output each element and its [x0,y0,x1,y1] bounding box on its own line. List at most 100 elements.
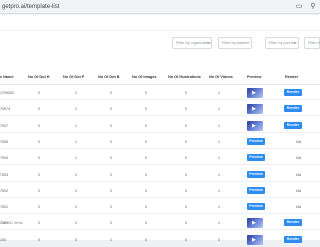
cell-name: 7004 [0,156,8,161]
cell-p: 1 [75,123,77,128]
col-videos[interactable]: No Of Videos [209,75,233,79]
play-icon: ▶ [252,106,256,113]
cast-icon[interactable]: ▭ [294,2,304,12]
cell-ill: 0 [185,91,187,95]
render-button[interactable]: Render [284,219,302,227]
cell-h: 0 [38,107,40,112]
preview-thumbnail[interactable]: ▶ [247,218,263,229]
cell-img: 0 [145,107,147,112]
cell-img: 0 [145,205,147,210]
cell-ill: 0 [185,107,187,112]
preview-thumbnail[interactable]: ▶ [247,120,263,131]
table-row: 7000 0 1 0 0 0 1 ▶ Render [0,216,320,231]
col-dot-p[interactable]: No Of Dot P [63,75,84,79]
browser-toolbar: getpro.ai/template-list ▭ ⚲ [0,0,320,14]
search-icon[interactable]: ⚲ [308,2,318,12]
app-header [0,15,320,31]
cell-b: 0 [110,156,112,161]
cell-ill: 0 [185,221,187,226]
col-images[interactable]: No Of Images [132,75,156,79]
table-header: e Name No Of Dot H No Of Dot P No Of Dot… [0,71,320,85]
cell-vid: 1 [218,172,220,177]
cell-p: 1 [75,205,77,210]
table-row: 1709202 0 1 0 0 0 1 ▶ Render [0,86,320,100]
table-row: 7001 0 1 0 0 0 1 Preview NA [0,200,320,215]
cell-name: 7003 [0,172,8,177]
cell-b: 0 [110,123,112,128]
cell-ill: 0 [185,156,187,161]
filter-organization[interactable]: Filter by organization ▾ [172,37,212,49]
cell-b: 0 [110,188,112,193]
filter-preview[interactable]: Filter by preview ▾ [265,37,299,49]
preview-thumbnail[interactable]: ▶ [247,88,263,98]
filter-other[interactable]: Filter b [304,37,320,49]
col-name[interactable]: e Name [0,75,14,79]
cell-name: 7001 [0,205,8,210]
cell-ill: 0 [185,188,187,193]
render-status: NA [296,172,301,177]
col-illustrations[interactable]: No Of Illustrations [168,75,201,79]
preview-button[interactable]: Preview [247,186,265,194]
render-button[interactable]: Render [284,235,302,243]
cell-vid: 1 [218,156,220,161]
cell-ill: 0 [185,123,187,128]
cell-img: 0 [145,91,147,95]
chevron-down-icon: ▾ [293,40,296,45]
pagination-info: 1 of 981 items [0,221,23,225]
cell-img: 0 [145,139,147,144]
filter-other-label: Filter b [308,41,320,45]
col-preview: Preview [247,75,262,79]
cell-img: 0 [145,188,147,193]
cell-h: 0 [38,123,40,128]
cell-vid: 1 [218,91,220,95]
cell-p: 1 [75,172,77,177]
cell-p: 1 [75,139,77,144]
preview-button[interactable]: Preview [247,137,265,145]
cell-name: 7002 [0,188,8,193]
cell-ill: 0 [185,139,187,144]
cell-vid: 1 [218,205,220,210]
cell-vid: 1 [218,221,220,226]
cell-name: 7007 [0,123,8,128]
cell-name: 7005 [0,139,8,144]
cell-b: 0 [110,107,112,112]
table-row: 7004 0 1 0 0 0 1 Preview NA [0,151,320,166]
cell-ill: 0 [185,205,187,210]
table-row: 7007 0 1 0 0 0 1 ▶ Render [0,119,320,133]
render-button[interactable]: Render [284,105,302,113]
cell-b: 0 [110,221,112,226]
table-row: 7005 0 1 0 0 0 1 Preview NA [0,135,320,149]
cell-vid: 1 [218,107,220,112]
filter-status-label: Filter by status [222,41,247,45]
col-render: Render [285,75,299,79]
cell-name: 70974 [0,107,10,112]
cell-p: 1 [75,91,77,95]
cell-b: 0 [110,91,112,95]
cell-h: 0 [38,156,40,161]
render-button[interactable]: Render [284,89,302,96]
play-icon: ▶ [252,122,256,129]
render-button[interactable]: Render [284,121,302,129]
preview-button[interactable]: Preview [247,154,265,162]
table-row: 70974 0 1 0 0 0 1 ▶ Render [0,102,320,117]
cell-img: 0 [145,156,147,161]
preview-button[interactable]: Preview [247,170,265,178]
cell-h: 0 [38,91,40,95]
filter-status[interactable]: Filter by status ▾ [218,37,252,49]
table-row: 7003 0 1 0 0 0 1 Preview NA [0,168,320,182]
cell-p: 1 [75,107,77,112]
col-dot-h[interactable]: No Of Dot H [28,75,50,79]
col-dot-b[interactable]: No Of Dot B [98,75,120,79]
cell-vid: 1 [218,123,220,128]
cell-p: 1 [75,221,77,226]
cell-img: 0 [145,172,147,177]
cell-p: 1 [75,188,77,193]
filter-bar: Filter by organization ▾ Filter by statu… [0,37,320,51]
template-list-page: Filter by organization ▾ Filter by statu… [0,15,320,247]
chevron-down-icon: ▾ [246,40,249,45]
preview-button[interactable]: Preview [247,203,265,211]
render-status: NA [296,188,301,193]
address-bar[interactable]: getpro.ai/template-list [0,2,59,12]
cell-vid: 1 [218,188,220,193]
preview-thumbnail[interactable]: ▶ [247,104,263,115]
